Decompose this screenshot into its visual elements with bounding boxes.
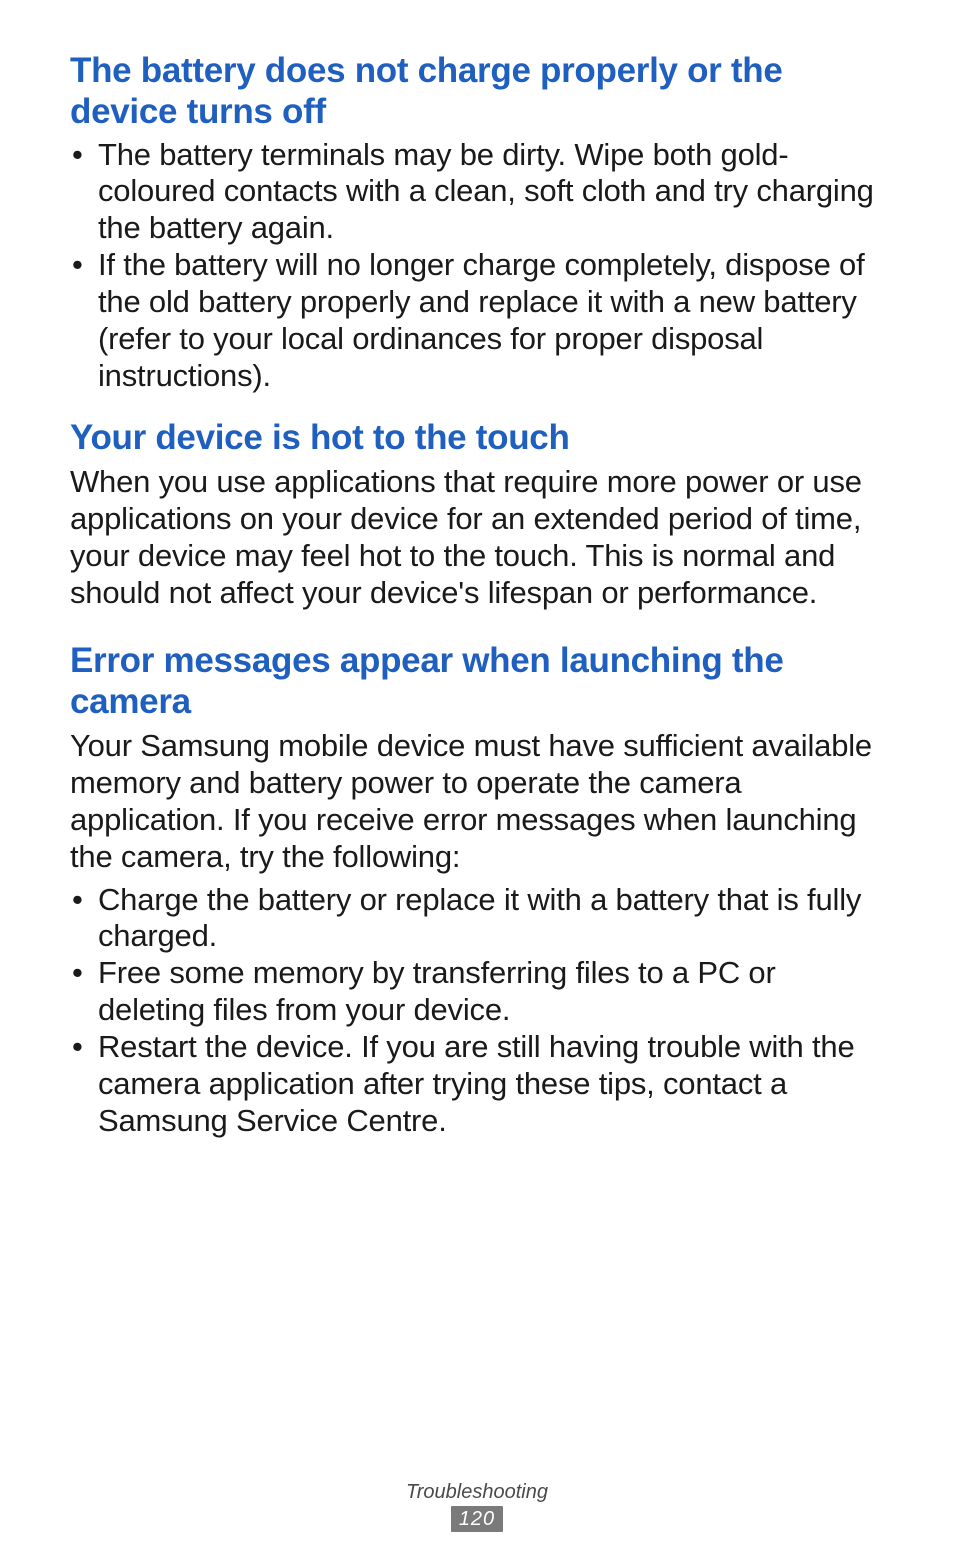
list-item: • If the battery will no longer charge c… xyxy=(70,247,884,395)
paragraph: Your Samsung mobile device must have suf… xyxy=(70,728,884,876)
list-item-text: If the battery will no longer charge com… xyxy=(98,247,865,393)
page-footer: Troubleshooting 120 xyxy=(0,1481,954,1532)
list-item: • The battery terminals may be dirty. Wi… xyxy=(70,137,884,248)
bullet-icon: • xyxy=(72,247,83,284)
list-item-text: The battery terminals may be dirty. Wipe… xyxy=(98,137,874,246)
bullet-list: • The battery terminals may be dirty. Wi… xyxy=(70,137,884,395)
bullet-icon: • xyxy=(72,1029,83,1066)
list-item-text: Restart the device. If you are still hav… xyxy=(98,1029,855,1138)
paragraph: When you use applications that require m… xyxy=(70,464,884,612)
section-heading: The battery does not charge properly or … xyxy=(70,50,884,133)
list-item: • Charge the battery or replace it with … xyxy=(70,882,884,956)
bullet-icon: • xyxy=(72,137,83,174)
document-page: The battery does not charge properly or … xyxy=(0,0,954,1566)
list-item-text: Charge the battery or replace it with a … xyxy=(98,882,861,954)
bullet-icon: • xyxy=(72,955,83,992)
section-heading: Your device is hot to the touch xyxy=(70,417,884,458)
page-number: 120 xyxy=(451,1506,503,1532)
bullet-list: • Charge the battery or replace it with … xyxy=(70,882,884,1140)
list-item: • Restart the device. If you are still h… xyxy=(70,1029,884,1140)
list-item: • Free some memory by transferring files… xyxy=(70,955,884,1029)
bullet-icon: • xyxy=(72,882,83,919)
list-item-text: Free some memory by transferring files t… xyxy=(98,955,776,1027)
section-heading: Error messages appear when launching the… xyxy=(70,640,884,723)
footer-section-name: Troubleshooting xyxy=(0,1481,954,1504)
